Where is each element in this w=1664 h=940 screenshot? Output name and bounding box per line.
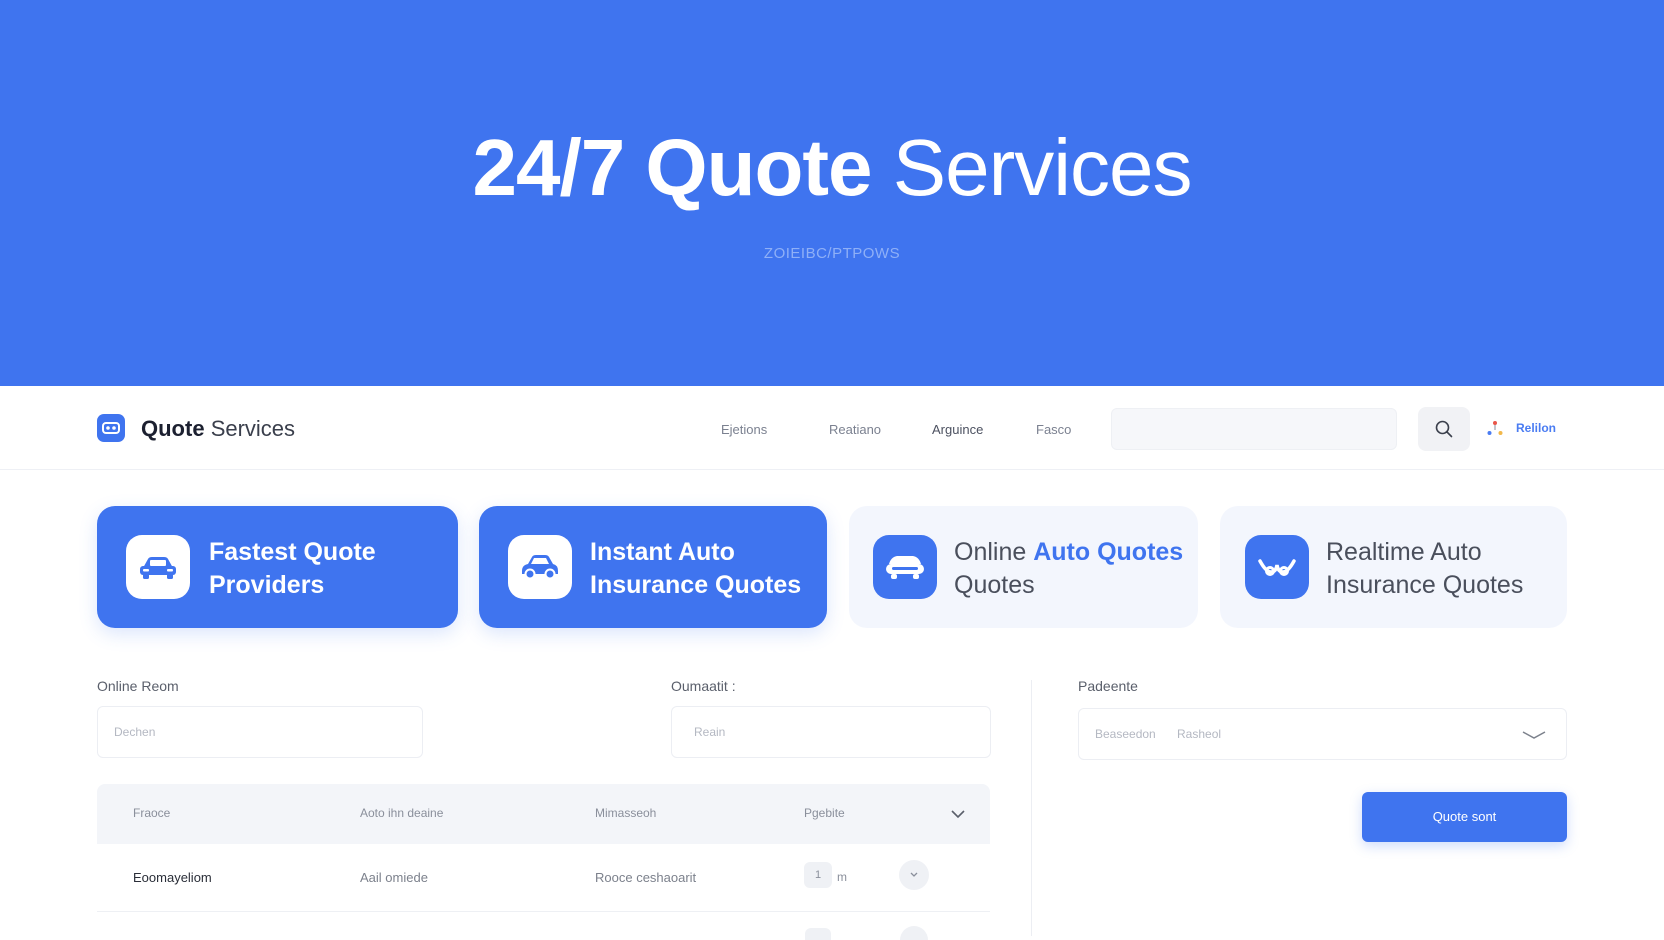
card-title-line2: Quotes <box>954 571 1035 599</box>
row-name: Eoomayeliom <box>133 870 212 885</box>
field2-label: Oumaatit : <box>671 678 736 694</box>
car-front-icon <box>873 535 937 599</box>
card-title-line1: Fastest Quote <box>209 538 376 566</box>
card-title-plain: Online <box>954 538 1034 566</box>
card-title-line1: Instant Auto <box>590 538 735 566</box>
card-title: Fastest Quote Providers <box>209 536 376 602</box>
account-label[interactable]: Relilon <box>1516 421 1556 435</box>
card-title: Instant Auto Insurance Quotes <box>590 536 801 602</box>
hero-title: 24/7 Quote Services <box>0 120 1664 216</box>
quote-submit-button[interactable]: Quote sont <box>1362 792 1567 842</box>
field1-label: Online Reom <box>97 678 179 694</box>
column-header[interactable]: Pgebite <box>804 806 845 820</box>
field3-placeholder-a: Beaseedon <box>1095 727 1156 741</box>
row-button-partial <box>900 926 928 940</box>
hero-subtitle: ZOIEIBC/PTPOWS <box>763 245 901 262</box>
table-row-partial <box>97 912 990 940</box>
card-fastest-quote[interactable]: Fastest Quote Providers <box>97 506 458 628</box>
row-unit: m <box>837 870 847 884</box>
field3-select[interactable]: Beaseedon Rasheol <box>1078 708 1567 760</box>
card-title-line2: Insurance Quotes <box>1326 571 1524 599</box>
logo-icon[interactable] <box>97 414 125 442</box>
card-title-line2: Insurance Quotes <box>590 571 802 599</box>
field1-placeholder: Dechen <box>114 725 156 739</box>
car-icon <box>508 535 572 599</box>
chevron-down-icon <box>1522 731 1546 739</box>
card-title: Online Auto Quotes Quotes <box>954 536 1183 602</box>
card-realtime-auto[interactable]: Realtime Auto Insurance Quotes <box>1220 506 1567 628</box>
search-icon <box>1435 420 1453 438</box>
nav-link-4[interactable]: Fasco <box>1036 422 1071 437</box>
card-title-highlight: Auto Quotes <box>1033 538 1184 566</box>
card-instant-auto[interactable]: Instant Auto Insurance Quotes <box>479 506 827 628</box>
car-icon <box>126 535 190 599</box>
row-expand-button[interactable] <box>899 860 929 890</box>
table-header: Fraoce Aoto ihn deaine Mimasseoh Pgebite <box>97 784 990 844</box>
row-type: Aail omiede <box>360 870 428 885</box>
search-button[interactable] <box>1418 407 1470 451</box>
brand-name[interactable]: Quote Services <box>141 416 295 442</box>
column-header[interactable]: Mimasseoh <box>595 806 656 820</box>
section-divider <box>1031 680 1032 936</box>
field3-placeholder-b: Rasheol <box>1177 727 1222 741</box>
chevron-down-icon[interactable] <box>950 808 966 820</box>
brand-bold: Quote <box>141 416 205 441</box>
field2-input[interactable]: Reain <box>671 706 991 758</box>
field1-input[interactable]: Dechen <box>97 706 423 758</box>
hero-title-bold: 24/7 Quote <box>472 123 872 212</box>
card-title-line1: Online Auto Quotes <box>954 536 1183 569</box>
brand-light: Services <box>210 416 296 441</box>
table-row[interactable]: Eoomayeliom Aail omiede Rooce ceshaoarit… <box>97 844 990 912</box>
card-title-line2: Providers <box>209 571 325 599</box>
nav-link-1[interactable]: Ejetions <box>721 422 767 437</box>
field3-label: Padeente <box>1078 678 1138 694</box>
hero-banner: 24/7 Quote Services ZOIEIBC/PTPOWS <box>0 0 1664 386</box>
row-detail: Rooce ceshaoarit <box>595 870 697 885</box>
top-navbar: Quote Services Ejetions Reatiano Arguinc… <box>0 386 1664 470</box>
card-title-line1: Realtime Auto <box>1326 538 1482 566</box>
row-quantity-partial <box>805 928 831 940</box>
column-header[interactable]: Fraoce <box>133 806 170 820</box>
nav-link-3[interactable]: Arguince <box>932 422 983 437</box>
field2-placeholder: Reain <box>694 725 726 739</box>
hero-title-light: Services <box>892 123 1193 212</box>
card-title: Realtime Auto Insurance Quotes <box>1326 536 1523 602</box>
chevron-down-icon <box>910 872 918 877</box>
row-quantity[interactable]: 1 <box>804 862 832 888</box>
search-input[interactable] <box>1111 408 1397 450</box>
handshake-icon <box>1245 535 1309 599</box>
card-online-auto[interactable]: Online Auto Quotes Quotes <box>849 506 1198 628</box>
column-header[interactable]: Aoto ihn deaine <box>360 806 443 820</box>
notification-icon[interactable] <box>1486 420 1504 438</box>
nav-link-2[interactable]: Reatiano <box>829 422 881 437</box>
